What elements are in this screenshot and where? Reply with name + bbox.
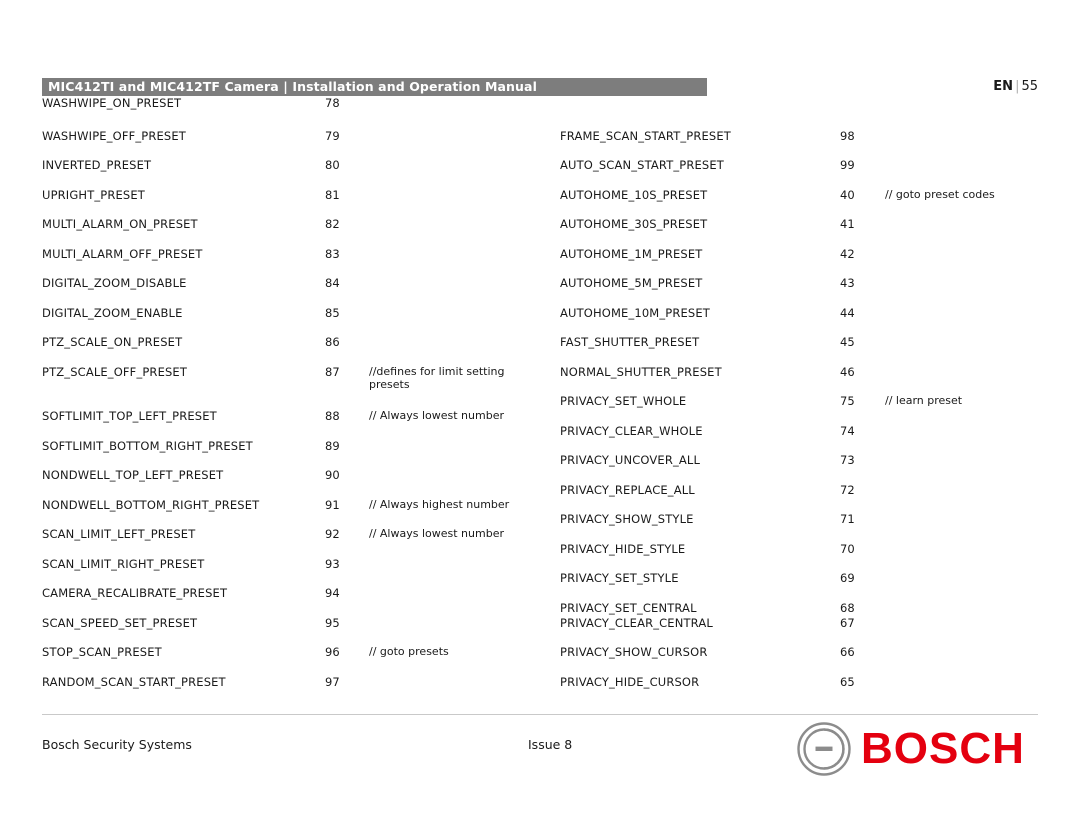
entry-label: FRAME_SCAN_START_PRESET xyxy=(560,129,731,143)
entry-number: 69 xyxy=(840,571,855,585)
entry-label: DIGITAL_ZOOM_DISABLE xyxy=(42,276,187,290)
entry-number: 74 xyxy=(840,424,855,438)
entry-label: AUTOHOME_10S_PRESET xyxy=(560,188,708,202)
entry-number: 84 xyxy=(325,276,340,290)
entry-number: 40 xyxy=(840,188,855,202)
bosch-logo-text: BOSCH xyxy=(861,724,1025,773)
header-page-number: 55 xyxy=(1021,79,1038,94)
entry-label: MULTI_ALARM_OFF_PRESET xyxy=(42,247,203,261)
entry-label: PRIVACY_SET_CENTRAL xyxy=(560,601,697,615)
entry-number: 83 xyxy=(325,247,340,261)
entry-number: 96 xyxy=(325,645,340,659)
entry-label: PRIVACY_HIDE_CURSOR xyxy=(560,675,700,689)
entry-note: // Always lowest number xyxy=(369,527,504,540)
entry-label: NONDWELL_TOP_LEFT_PRESET xyxy=(42,468,224,482)
entry-label: PTZ_SCALE_OFF_PRESET xyxy=(42,365,188,379)
entry-label: MULTI_ALARM_ON_PRESET xyxy=(42,217,198,231)
entry-number: 81 xyxy=(325,188,340,202)
entry-label: FAST_SHUTTER_PRESET xyxy=(560,335,700,349)
entry-label: PRIVACY_SHOW_CURSOR xyxy=(560,645,708,659)
entry-note: // goto presets xyxy=(369,645,449,658)
entry-number: 91 xyxy=(325,498,340,512)
entry-label: PRIVACY_UNCOVER_ALL xyxy=(560,453,701,467)
entry-label: DIGITAL_ZOOM_ENABLE xyxy=(42,306,183,320)
entry-number: 87 xyxy=(325,365,340,379)
entry-number: 71 xyxy=(840,512,855,526)
entry-number: 80 xyxy=(325,158,340,172)
entry-number: 78 xyxy=(325,96,340,110)
document-page: MIC412TI and MIC412TF Camera | Installat… xyxy=(0,0,1080,834)
entry-label: PRIVACY_CLEAR_WHOLE xyxy=(560,424,703,438)
entry-number: 44 xyxy=(840,306,855,320)
entry-number: 82 xyxy=(325,217,340,231)
entry-number: 75 xyxy=(840,394,855,408)
entry-label: SOFTLIMIT_BOTTOM_RIGHT_PRESET xyxy=(42,439,253,453)
entry-label: AUTOHOME_10M_PRESET xyxy=(560,306,710,320)
entry-label: STOP_SCAN_PRESET xyxy=(42,645,162,659)
entry-label: PTZ_SCALE_ON_PRESET xyxy=(42,335,183,349)
entry-number: 46 xyxy=(840,365,855,379)
entry-label: PRIVACY_SET_WHOLE xyxy=(560,394,687,408)
entry-number: 94 xyxy=(325,586,340,600)
header-page-indicator: EN | 55 xyxy=(993,78,1038,95)
entry-number: 43 xyxy=(840,276,855,290)
entry-label: AUTOHOME_30S_PRESET xyxy=(560,217,708,231)
entry-number: 86 xyxy=(325,335,340,349)
entry-number: 90 xyxy=(325,468,340,482)
entry-number: 45 xyxy=(840,335,855,349)
entry-label: UPRIGHT_PRESET xyxy=(42,188,145,202)
entry-label: PRIVACY_REPLACE_ALL xyxy=(560,483,695,497)
entry-number: 89 xyxy=(325,439,340,453)
header-title: MIC412TI and MIC412TF Camera | Installat… xyxy=(48,79,537,94)
header-language: EN xyxy=(993,79,1014,94)
entry-label: WASHWIPE_ON_PRESET xyxy=(42,96,182,110)
entry-number: 92 xyxy=(325,527,340,541)
entry-note: // learn preset xyxy=(885,394,963,407)
entry-label: PRIVACY_CLEAR_CENTRAL xyxy=(560,616,713,630)
footer-company: Bosch Security Systems xyxy=(42,737,192,752)
footer-issue: Issue 8 xyxy=(528,737,573,752)
page-header: MIC412TI and MIC412TF Camera | Installat… xyxy=(42,78,1038,96)
entry-label: SOFTLIMIT_TOP_LEFT_PRESET xyxy=(42,409,217,423)
entry-label: AUTO_SCAN_START_PRESET xyxy=(560,158,724,172)
entry-note: // goto preset codes xyxy=(885,188,995,201)
entry-number: 72 xyxy=(840,483,855,497)
entry-number: 88 xyxy=(325,409,340,423)
entry-label: PRIVACY_SET_STYLE xyxy=(560,571,679,585)
entry-label: NORMAL_SHUTTER_PRESET xyxy=(560,365,722,379)
entry-number: 95 xyxy=(325,616,340,630)
entry-note: // Always highest number xyxy=(369,498,510,511)
entry-label: INVERTED_PRESET xyxy=(42,158,152,172)
entry-label: AUTOHOME_5M_PRESET xyxy=(560,276,703,290)
entry-label: SCAN_LIMIT_RIGHT_PRESET xyxy=(42,557,205,571)
entry-number: 68 xyxy=(840,601,855,615)
entry-number: 97 xyxy=(325,675,340,689)
entry-number: 79 xyxy=(325,129,340,143)
entry-number: 93 xyxy=(325,557,340,571)
entry-number: 65 xyxy=(840,675,855,689)
entry-number: 67 xyxy=(840,616,855,630)
entry-number: 70 xyxy=(840,542,855,556)
entry-label: PRIVACY_SHOW_STYLE xyxy=(560,512,694,526)
entry-label: SCAN_LIMIT_LEFT_PRESET xyxy=(42,527,196,541)
entry-label: CAMERA_RECALIBRATE_PRESET xyxy=(42,586,228,600)
bosch-logo: BOSCH xyxy=(797,722,1039,778)
entry-label: AUTOHOME_1M_PRESET xyxy=(560,247,703,261)
entry-number: 66 xyxy=(840,645,855,659)
entry-number: 73 xyxy=(840,453,855,467)
entry-number: 41 xyxy=(840,217,855,231)
entry-number: 42 xyxy=(840,247,855,261)
entry-number: 99 xyxy=(840,158,855,172)
entry-label: PRIVACY_HIDE_STYLE xyxy=(560,542,686,556)
entry-number: 85 xyxy=(325,306,340,320)
entry-label: NONDWELL_BOTTOM_RIGHT_PRESET xyxy=(42,498,260,512)
bosch-logo-mark-icon xyxy=(797,722,851,776)
entry-number: 98 xyxy=(840,129,855,143)
entry-note: //defines for limit setting presets xyxy=(369,365,505,391)
entry-label: RANDOM_SCAN_START_PRESET xyxy=(42,675,226,689)
entry-note: // Always lowest number xyxy=(369,409,504,422)
entry-label: SCAN_SPEED_SET_PRESET xyxy=(42,616,198,630)
footer-divider xyxy=(42,714,1038,715)
entry-label: WASHWIPE_OFF_PRESET xyxy=(42,129,186,143)
